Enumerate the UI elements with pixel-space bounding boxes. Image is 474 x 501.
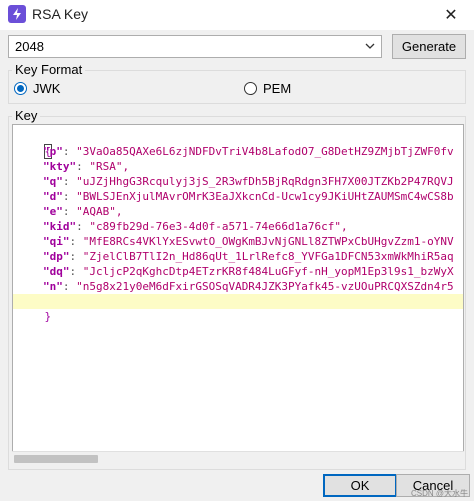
ok-button[interactable]: OK xyxy=(323,474,397,497)
json-value: "JcljcP2qKghcDtp4ETzrKR8f484LuGFyf-nH_yo… xyxy=(82,265,454,278)
json-value: "RSA", xyxy=(89,160,130,173)
radio-pem[interactable]: PEM xyxy=(244,81,291,96)
json-value: "MfE8RCs4VKlYxESvwtO_OWgKmBJvNjGNLl8ZTWP… xyxy=(82,235,454,248)
json-key: "qi" xyxy=(43,235,70,248)
radio-jwk-circle xyxy=(14,82,27,95)
key-size-value: 2048 xyxy=(15,39,44,54)
json-close-brace: } xyxy=(44,310,52,323)
key-group-label: Key xyxy=(12,108,41,123)
json-key: "dp" xyxy=(43,250,70,263)
scrollbar-thumb[interactable] xyxy=(14,455,98,463)
json-value: "3VaOa85QAXe6L6zjNDFDvTriV4b8LafodO7_G8D… xyxy=(76,145,454,158)
radio-pem-circle xyxy=(244,82,257,95)
generate-button[interactable]: Generate xyxy=(392,34,466,59)
horizontal-scrollbar[interactable] xyxy=(12,451,464,465)
json-key: "p" xyxy=(43,145,63,158)
watermark: CSDN @大水牛 xyxy=(410,489,468,498)
json-value: "uJZjHhgG3Rcqulyj3jS_2R3wfDh5BjRqRdgn3FH… xyxy=(76,175,454,188)
chevron-down-icon xyxy=(365,43,375,49)
json-value: "c89fb29d-76e3-4d0f-a571-74e66d1a76cf", xyxy=(89,220,348,233)
flash-icon xyxy=(8,5,26,23)
title-bar: RSA Key ✕ xyxy=(0,0,474,30)
json-key: "n" xyxy=(43,280,63,293)
json-value: "n5g8x21y0eM6dFxirGSOSqVADR4JZK3PYafk45-… xyxy=(76,280,454,293)
json-value: "AQAB", xyxy=(76,205,123,218)
json-key: "e" xyxy=(43,205,63,218)
json-key: "d" xyxy=(43,190,63,203)
json-key: "kty" xyxy=(43,160,77,173)
json-key: "kid" xyxy=(43,220,77,233)
json-value: "ZjelClB7TlI2n_Hd86qUt_1LrlRefc8_YVFGa1D… xyxy=(82,250,454,263)
key-format-label: Key Format xyxy=(12,62,86,77)
json-key: "dq" xyxy=(43,265,70,278)
key-size-select[interactable]: 2048 xyxy=(8,35,382,58)
radio-jwk-label: JWK xyxy=(33,81,61,96)
close-icon[interactable]: ✕ xyxy=(428,0,474,30)
json-key: "q" xyxy=(43,175,63,188)
json-value: "BWLSJEnXjulMAvrOMrK3EaJXkcnCd-Ucw1cy9JK… xyxy=(76,190,454,203)
key-json-editor[interactable]: { "p": "3VaOa85QAXe6L6zjNDFDvTriV4b8Lafo… xyxy=(12,124,464,465)
radio-jwk[interactable]: JWK xyxy=(14,81,60,96)
window-title: RSA Key xyxy=(32,6,89,22)
current-line-highlight: } xyxy=(13,294,463,323)
radio-pem-label: PEM xyxy=(263,81,292,96)
